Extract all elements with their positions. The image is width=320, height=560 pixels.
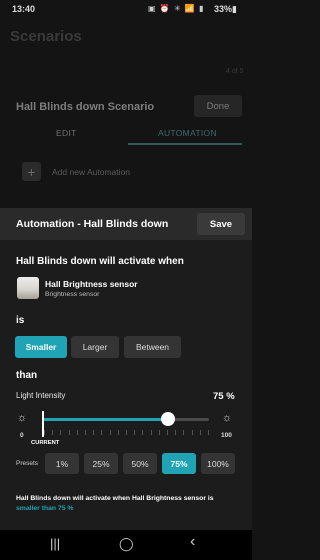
slider-tick xyxy=(126,430,127,435)
battery-indicator: 33%▮ xyxy=(214,4,237,14)
status-icons: ▣ ⏰ ✳ 📶 ▮ xyxy=(148,4,205,13)
slider-tick xyxy=(134,430,136,435)
light-intensity-label: Light Intensity xyxy=(16,391,66,400)
slider-fill xyxy=(43,418,168,421)
is-label: is xyxy=(16,315,25,326)
slider-max-label: 100 xyxy=(221,432,232,439)
sensor-name[interactable]: Hall Brightness sensor xyxy=(45,279,138,289)
tab-automation[interactable]: AUTOMATION xyxy=(158,128,217,138)
page-title: Scenarios xyxy=(10,28,82,45)
add-icon[interactable]: + xyxy=(22,162,41,181)
presets-label: Presets xyxy=(16,460,39,467)
current-marker xyxy=(42,411,44,437)
slider-tick xyxy=(117,430,119,435)
comparator-smaller-button[interactable]: Smaller xyxy=(15,336,67,358)
summary-prefix: Hall Blinds down will activate when Hall… xyxy=(16,495,214,502)
add-automation-button[interactable]: Add new Automation xyxy=(52,167,130,177)
slider-tick xyxy=(150,430,152,435)
slider-tick xyxy=(191,430,193,435)
current-label: CURRENT xyxy=(31,440,60,446)
summary-highlight: smaller than 75 % xyxy=(16,505,74,512)
light-intensity-value: 75 % xyxy=(213,391,235,402)
slider-tick xyxy=(158,430,160,435)
tab-edit[interactable]: EDIT xyxy=(56,128,77,138)
slider-tick xyxy=(101,430,103,435)
activate-heading: Hall Blinds down will activate when xyxy=(16,256,184,267)
status-bar: 13:40 ▣ ⏰ ✳ 📶 ▮ 33%▮ xyxy=(0,0,252,20)
slider-tick xyxy=(183,430,185,435)
slider-tick xyxy=(76,430,78,435)
scenario-title: Hall Blinds down Scenario xyxy=(16,101,155,113)
active-tab-indicator xyxy=(128,143,242,145)
than-label: than xyxy=(16,370,38,381)
preset-1-button[interactable]: 1% xyxy=(45,453,79,474)
slider-tick xyxy=(68,430,70,435)
home-icon[interactable]: ◯ xyxy=(119,536,134,552)
sun-high-icon: ☼ xyxy=(222,412,233,424)
slider-tick xyxy=(85,430,86,435)
slider-tick xyxy=(167,430,168,435)
slider-min-label: 0 xyxy=(20,432,24,439)
slider-tick xyxy=(142,430,144,435)
slider-thumb[interactable] xyxy=(160,412,175,426)
done-button[interactable]: Done xyxy=(194,95,242,117)
summary-text: Hall Blinds down will activate when Hall… xyxy=(16,494,238,514)
sun-low-icon: ☼ xyxy=(17,412,28,424)
slider-tick xyxy=(208,430,209,435)
page-count: 4 of 5 xyxy=(226,68,244,75)
sensor-thumbnail-icon xyxy=(17,277,39,299)
comparator-between-button[interactable]: Between xyxy=(124,336,181,358)
slider-tick xyxy=(93,430,95,435)
recents-icon[interactable]: ||| xyxy=(50,536,60,551)
slider-tick xyxy=(60,430,62,435)
back-icon[interactable]: ‹ xyxy=(190,533,195,551)
status-time: 13:40 xyxy=(12,4,36,14)
sheet-title: Automation - Hall Blinds down xyxy=(16,218,169,230)
preset-100-button[interactable]: 100% xyxy=(201,453,235,474)
preset-25-button[interactable]: 25% xyxy=(84,453,118,474)
slider-ticks xyxy=(44,430,209,435)
sensor-type: Brightness sensor xyxy=(45,291,100,298)
slider-tick xyxy=(175,430,177,435)
comparator-larger-button[interactable]: Larger xyxy=(71,336,119,358)
preset-50-button[interactable]: 50% xyxy=(123,453,157,474)
slider-tick xyxy=(199,430,201,435)
slider-tick xyxy=(52,430,54,435)
preset-75-button[interactable]: 75% xyxy=(162,453,196,474)
save-button[interactable]: Save xyxy=(197,213,245,235)
slider-tick xyxy=(44,430,45,435)
slider-tick xyxy=(109,430,111,435)
